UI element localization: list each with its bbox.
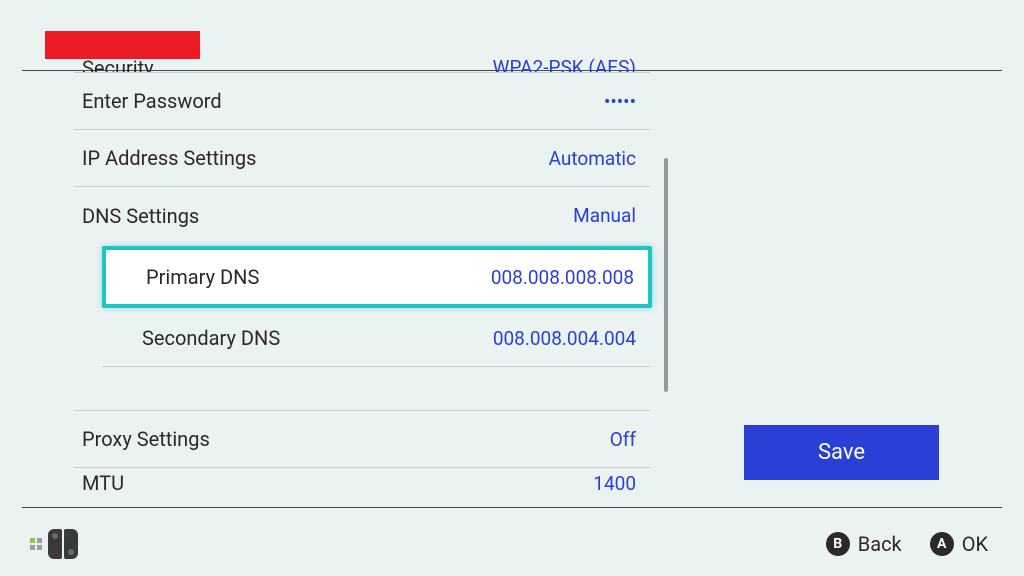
secondary-dns-value: 008.008.004.004 bbox=[493, 327, 636, 350]
ip-label: IP Address Settings bbox=[82, 146, 256, 170]
save-button[interactable]: Save bbox=[744, 425, 939, 480]
proxy-label: Proxy Settings bbox=[82, 427, 210, 451]
ok-label: OK bbox=[962, 532, 988, 556]
back-label: Back bbox=[858, 532, 902, 556]
scrollbar[interactable] bbox=[664, 158, 668, 392]
primary-dns-label: Primary DNS bbox=[146, 265, 259, 289]
proxy-value: Off bbox=[610, 428, 636, 451]
row-secondary-dns[interactable]: Secondary DNS 008.008.004.004 bbox=[102, 310, 650, 367]
security-value: WPA2-PSK (AES) bbox=[493, 56, 636, 73]
footer-bar: B Back A OK bbox=[0, 516, 1024, 572]
row-mtu[interactable]: MTU 1400 bbox=[74, 468, 650, 498]
controller-status-icon bbox=[30, 529, 78, 559]
primary-dns-value: 008.008.008.008 bbox=[491, 266, 634, 289]
row-dns-settings[interactable]: DNS Settings Manual bbox=[74, 187, 650, 244]
password-label: Enter Password bbox=[82, 89, 222, 113]
row-primary-dns[interactable]: Primary DNS 008.008.008.008 bbox=[102, 246, 652, 308]
save-button-label: Save bbox=[818, 440, 865, 465]
row-security[interactable]: Security WPA2-PSK (AES) bbox=[74, 56, 650, 73]
ip-value: Automatic bbox=[549, 147, 636, 170]
mtu-label: MTU bbox=[82, 471, 124, 495]
row-proxy-settings[interactable]: Proxy Settings Off bbox=[74, 411, 650, 468]
secondary-dns-label: Secondary DNS bbox=[142, 326, 280, 350]
row-ip-address-settings[interactable]: IP Address Settings Automatic bbox=[74, 130, 650, 187]
mtu-value: 1400 bbox=[593, 472, 636, 495]
list-gap bbox=[74, 367, 650, 411]
security-label: Security bbox=[82, 56, 154, 73]
b-button-icon: B bbox=[826, 532, 850, 556]
a-button-icon: A bbox=[930, 532, 954, 556]
password-value: ••••• bbox=[604, 90, 636, 113]
ok-button[interactable]: A OK bbox=[930, 532, 988, 556]
row-enter-password[interactable]: Enter Password ••••• bbox=[74, 73, 650, 130]
divider-bottom bbox=[22, 507, 1002, 508]
settings-list: Security WPA2-PSK (AES) Enter Password •… bbox=[74, 56, 650, 498]
redacted-block bbox=[45, 31, 200, 59]
dns-value: Manual bbox=[573, 204, 636, 227]
back-button[interactable]: B Back bbox=[826, 532, 902, 556]
dns-label: DNS Settings bbox=[82, 204, 199, 228]
